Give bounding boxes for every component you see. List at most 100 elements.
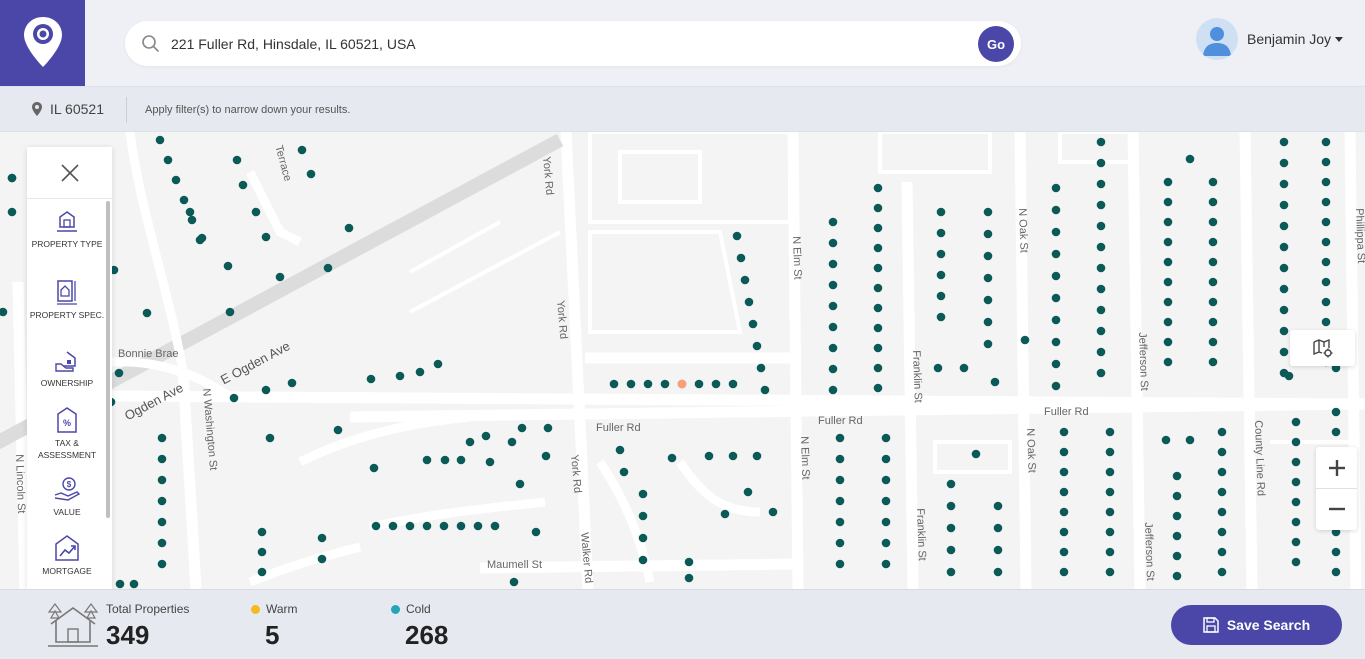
filter-tax-assessment[interactable]: % TAX & ASSESSMENT xyxy=(27,406,107,461)
property-marker[interactable] xyxy=(142,308,152,318)
property-marker[interactable] xyxy=(881,496,891,506)
property-marker[interactable] xyxy=(752,451,762,461)
property-marker[interactable] xyxy=(1291,417,1301,427)
property-marker[interactable] xyxy=(873,363,883,373)
property-marker[interactable] xyxy=(1172,531,1182,541)
property-marker[interactable] xyxy=(881,559,891,569)
property-marker[interactable] xyxy=(873,223,883,233)
property-marker[interactable] xyxy=(1208,317,1218,327)
property-marker[interactable] xyxy=(983,251,993,261)
property-marker[interactable] xyxy=(626,379,636,389)
property-marker[interactable] xyxy=(728,379,738,389)
property-marker[interactable] xyxy=(1331,427,1341,437)
property-marker[interactable] xyxy=(1096,200,1106,210)
property-marker[interactable] xyxy=(238,180,248,190)
property-marker[interactable] xyxy=(543,423,553,433)
property-marker[interactable] xyxy=(155,135,165,145)
property-marker[interactable] xyxy=(456,521,466,531)
property-marker[interactable] xyxy=(388,521,398,531)
property-marker[interactable] xyxy=(1321,137,1331,147)
property-marker[interactable] xyxy=(1217,547,1227,557)
property-marker[interactable] xyxy=(971,449,981,459)
property-marker[interactable] xyxy=(371,521,381,531)
property-marker[interactable] xyxy=(366,374,376,384)
property-marker[interactable] xyxy=(1096,221,1106,231)
property-marker[interactable] xyxy=(1096,305,1106,315)
property-marker[interactable] xyxy=(1105,507,1115,517)
property-marker[interactable] xyxy=(1321,217,1331,227)
property-marker[interactable] xyxy=(1163,217,1173,227)
property-marker[interactable] xyxy=(1321,197,1331,207)
property-marker[interactable] xyxy=(1163,337,1173,347)
property-marker[interactable] xyxy=(1279,137,1289,147)
property-marker[interactable] xyxy=(760,385,770,395)
property-marker[interactable] xyxy=(229,393,239,403)
close-panel-button[interactable] xyxy=(27,147,112,199)
property-marker[interactable] xyxy=(1279,263,1289,273)
property-marker[interactable] xyxy=(369,463,379,473)
property-marker[interactable] xyxy=(828,364,838,374)
property-marker[interactable] xyxy=(1217,527,1227,537)
property-marker[interactable] xyxy=(323,263,333,273)
property-marker[interactable] xyxy=(638,533,648,543)
property-marker[interactable] xyxy=(1096,368,1106,378)
property-marker[interactable] xyxy=(1163,237,1173,247)
property-marker[interactable] xyxy=(187,215,197,225)
property-marker[interactable] xyxy=(1163,297,1173,307)
property-marker[interactable] xyxy=(828,217,838,227)
property-marker[interactable] xyxy=(983,317,993,327)
property-marker[interactable] xyxy=(936,291,946,301)
property-marker[interactable] xyxy=(1331,407,1341,417)
property-marker[interactable] xyxy=(1208,337,1218,347)
property-marker[interactable] xyxy=(736,253,746,263)
property-marker[interactable] xyxy=(993,501,1003,511)
property-marker[interactable] xyxy=(1217,427,1227,437)
property-marker[interactable] xyxy=(473,521,483,531)
property-marker[interactable] xyxy=(405,521,415,531)
property-marker[interactable] xyxy=(1208,257,1218,267)
property-marker[interactable] xyxy=(881,454,891,464)
property-marker[interactable] xyxy=(333,425,343,435)
filter-property-spec[interactable]: PROPERTY SPEC. xyxy=(27,278,107,321)
property-marker[interactable] xyxy=(1051,205,1061,215)
property-marker[interactable] xyxy=(485,457,495,467)
property-marker[interactable] xyxy=(440,455,450,465)
property-marker[interactable] xyxy=(465,437,475,447)
property-marker[interactable] xyxy=(1051,381,1061,391)
property-marker[interactable] xyxy=(531,527,541,537)
property-marker[interactable] xyxy=(1279,158,1289,168)
property-marker[interactable] xyxy=(983,295,993,305)
property-marker[interactable] xyxy=(1185,435,1195,445)
map-view[interactable]: York Rd York Rd York Rd Ogden Ave E Ogde… xyxy=(0,132,1365,589)
property-marker[interactable] xyxy=(828,280,838,290)
property-marker[interactable] xyxy=(638,511,648,521)
property-marker[interactable] xyxy=(993,567,1003,577)
property-marker[interactable] xyxy=(261,385,271,395)
property-marker[interactable] xyxy=(835,496,845,506)
property-marker[interactable] xyxy=(1105,447,1115,457)
property-marker[interactable] xyxy=(1105,547,1115,557)
property-marker[interactable] xyxy=(1163,317,1173,327)
property-marker[interactable] xyxy=(1279,305,1289,315)
property-marker[interactable] xyxy=(1208,277,1218,287)
property-marker[interactable] xyxy=(1020,335,1030,345)
property-marker[interactable] xyxy=(490,521,500,531)
property-marker[interactable] xyxy=(1059,447,1069,457)
property-marker[interactable] xyxy=(609,379,619,389)
property-marker[interactable] xyxy=(1321,277,1331,287)
property-marker[interactable] xyxy=(297,145,307,155)
property-marker[interactable] xyxy=(946,567,956,577)
filter-mortgage[interactable]: MORTGAGE xyxy=(27,534,107,577)
property-marker[interactable] xyxy=(1291,557,1301,567)
property-marker[interactable] xyxy=(881,517,891,527)
property-marker[interactable] xyxy=(1096,326,1106,336)
property-marker[interactable] xyxy=(835,517,845,527)
property-marker[interactable] xyxy=(179,195,189,205)
property-marker[interactable] xyxy=(1161,435,1171,445)
property-marker[interactable] xyxy=(1279,200,1289,210)
property-marker[interactable] xyxy=(1059,507,1069,517)
property-marker[interactable] xyxy=(835,559,845,569)
property-marker[interactable] xyxy=(433,359,443,369)
property-marker[interactable] xyxy=(828,238,838,248)
property-marker[interactable] xyxy=(1059,527,1069,537)
